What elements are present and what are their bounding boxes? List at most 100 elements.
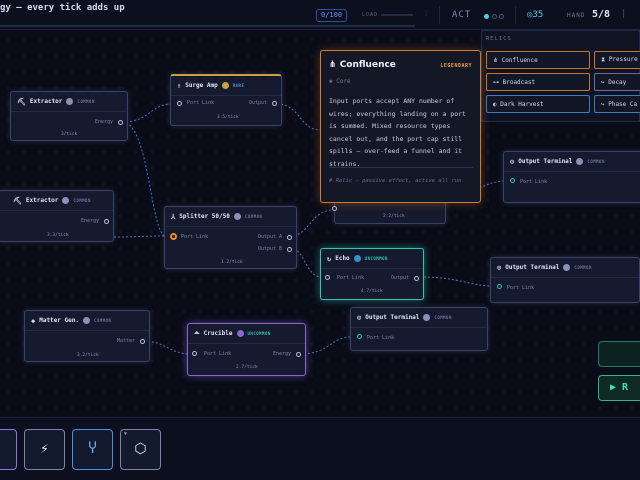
- output-port[interactable]: [118, 120, 123, 125]
- node-rate: 2.7/tick: [236, 365, 258, 370]
- port-label: Output B: [257, 246, 282, 252]
- input-port[interactable]: [510, 178, 515, 183]
- output-port[interactable]: [140, 339, 145, 344]
- output-port[interactable]: [104, 219, 109, 224]
- port-label: Matter: [116, 338, 135, 344]
- wire: [121, 121, 167, 237]
- terminal-icon: ⊙: [357, 313, 362, 322]
- node-title: Output Terminal: [505, 264, 560, 271]
- splitter-icon: Ⴤ: [88, 441, 97, 457]
- echo-icon: ↻: [327, 254, 332, 263]
- output-port[interactable]: [287, 247, 292, 252]
- relic-confluence[interactable]: ⋔ Confluence: [486, 51, 590, 69]
- gear-icon[interactable]: [236, 330, 244, 337]
- echo-node[interactable]: ↻ Echo UNCOMMON Port Link Output 4.7/tic…: [320, 248, 424, 300]
- port-label: Energy: [94, 119, 113, 125]
- node-title: Extractor: [29, 98, 63, 105]
- output-port[interactable]: [414, 276, 419, 281]
- node-header: ⊙ Output Terminal COMMON: [491, 258, 639, 278]
- node-rate: 2.2/tick: [383, 214, 405, 219]
- input-port[interactable]: [497, 284, 502, 289]
- output-port[interactable]: [296, 352, 301, 357]
- input-port[interactable]: [357, 334, 362, 339]
- rarity-tag: UNCOMMON: [247, 331, 271, 336]
- node-title: Splitter 50/50: [179, 213, 230, 220]
- input-port[interactable]: [192, 351, 197, 356]
- hand-card[interactable]: ▼ ⬡: [120, 429, 161, 470]
- tooltip-description: Input ports accept ANY number of wires; …: [329, 97, 466, 168]
- rarity-tag: COMMON: [93, 318, 112, 323]
- relic-broadcast[interactable]: ⊶ Broadcast: [486, 73, 590, 91]
- tooltip-note: # Relic — passive effect, active all run: [329, 178, 462, 184]
- port-label: Energy: [80, 218, 99, 224]
- node-title: Crucible: [203, 330, 233, 337]
- node-header: ⇑ Surge Amp RARE: [171, 76, 281, 96]
- gear-icon[interactable]: [62, 197, 70, 204]
- wire: [113, 235, 167, 238]
- node-rate: 3.2/tick: [77, 353, 99, 358]
- output-terminal-node[interactable]: ⊙ Output Terminal COMMON Port Link: [350, 307, 488, 351]
- relic-pressure[interactable]: ⧗ Pressure V: [594, 51, 640, 69]
- gear-icon[interactable]: [353, 255, 361, 262]
- node-rate: 4.7/tick: [361, 289, 383, 294]
- crucible-icon: ⏶: [194, 329, 200, 337]
- extractor-node[interactable]: ⛏ Extractor COMMON Energy 3/tick: [10, 91, 128, 141]
- output-terminal-node[interactable]: ⊙ Output Terminal COMMON Port Link: [490, 257, 640, 303]
- gear-icon[interactable]: [563, 264, 571, 271]
- gear-icon[interactable]: [82, 317, 90, 324]
- port-label: Port Link: [187, 100, 215, 106]
- relics-label: RELICS: [486, 36, 512, 42]
- gear-icon[interactable]: [576, 158, 584, 165]
- hand-card[interactable]: ⚡: [24, 429, 65, 470]
- tooltip-divider: [329, 167, 473, 168]
- crucible-node[interactable]: ⏶ Crucible UNCOMMON Port Link Energy 2.7…: [187, 323, 306, 376]
- node-title: Extractor: [25, 197, 59, 204]
- rarity-tag: COMMON: [587, 159, 605, 164]
- relic-dark-harvest[interactable]: ◐ Dark Harvest: [486, 95, 590, 113]
- port-label: Port Link: [181, 234, 209, 240]
- hand-card[interactable]: Ⴤ: [72, 429, 113, 470]
- node-rate: 3.3/tick: [47, 233, 69, 238]
- node-rate: 3.5/tick: [217, 115, 239, 120]
- tooltip-title-text: Confluence: [339, 60, 396, 70]
- matter-gen-node[interactable]: ◆ Matter Gen. COMMON Matter 3.2/tick: [24, 310, 150, 362]
- pickaxe-icon: ⛏: [17, 97, 26, 106]
- wire: [143, 340, 191, 355]
- tooltip-type: ✱ Core: [329, 78, 351, 85]
- terminal-icon: ⊙: [510, 157, 515, 166]
- input-port[interactable]: [177, 101, 182, 106]
- output-port[interactable]: [287, 235, 292, 240]
- relic-decay[interactable]: ↪ Decay: [594, 73, 640, 91]
- node-header: ⊙ Output Terminal COMMON: [351, 308, 487, 328]
- surge-amp-node[interactable]: ⇑ Surge Amp RARE Port Link Output 3.5/ti…: [170, 74, 282, 126]
- port-label: Port Link: [367, 335, 395, 341]
- gear-icon[interactable]: [423, 314, 431, 321]
- extractor-node[interactable]: ⛏ Extractor COMMON Energy 3.3/tick: [0, 190, 114, 242]
- run-button[interactable]: ▶ R: [598, 375, 640, 401]
- node-title: Echo: [335, 255, 350, 262]
- pickaxe-icon: ⛏: [13, 196, 22, 205]
- rarity-tag: RARE: [232, 83, 245, 88]
- port-label: Port Link: [204, 351, 232, 357]
- input-port-loaded[interactable]: [170, 233, 177, 240]
- input-port[interactable]: [332, 206, 337, 211]
- side-action-button[interactable]: [598, 341, 640, 367]
- hand-card[interactable]: [0, 429, 17, 470]
- gear-icon[interactable]: [221, 82, 229, 89]
- wire: [299, 336, 353, 355]
- gear-icon[interactable]: [66, 98, 74, 105]
- rarity-tag: UNCOMMON: [364, 256, 388, 261]
- output-port[interactable]: [272, 101, 277, 106]
- node-title: Surge Amp: [185, 82, 218, 89]
- input-port[interactable]: [325, 275, 330, 280]
- output-terminal-node[interactable]: ⊙ Output Terminal COMMON Port Link: [503, 151, 640, 203]
- gear-icon[interactable]: [233, 213, 241, 220]
- card-corner-icon: ▼: [124, 431, 128, 437]
- relics-panel: RELICS ⋔ Confluence ⧗ Pressure V ⊶ Broad…: [481, 30, 640, 122]
- port-label: Output: [390, 275, 409, 281]
- relic-phase[interactable]: ↪ Phase Ca: [594, 95, 640, 113]
- node-header: ◆ Matter Gen. COMMON: [25, 311, 149, 331]
- splitter-node[interactable]: ⅄ Splitter 50/50 COMMON Port Link Output…: [164, 206, 297, 269]
- port-label: Port Link: [507, 285, 535, 291]
- node-title: Output Terminal: [518, 158, 573, 165]
